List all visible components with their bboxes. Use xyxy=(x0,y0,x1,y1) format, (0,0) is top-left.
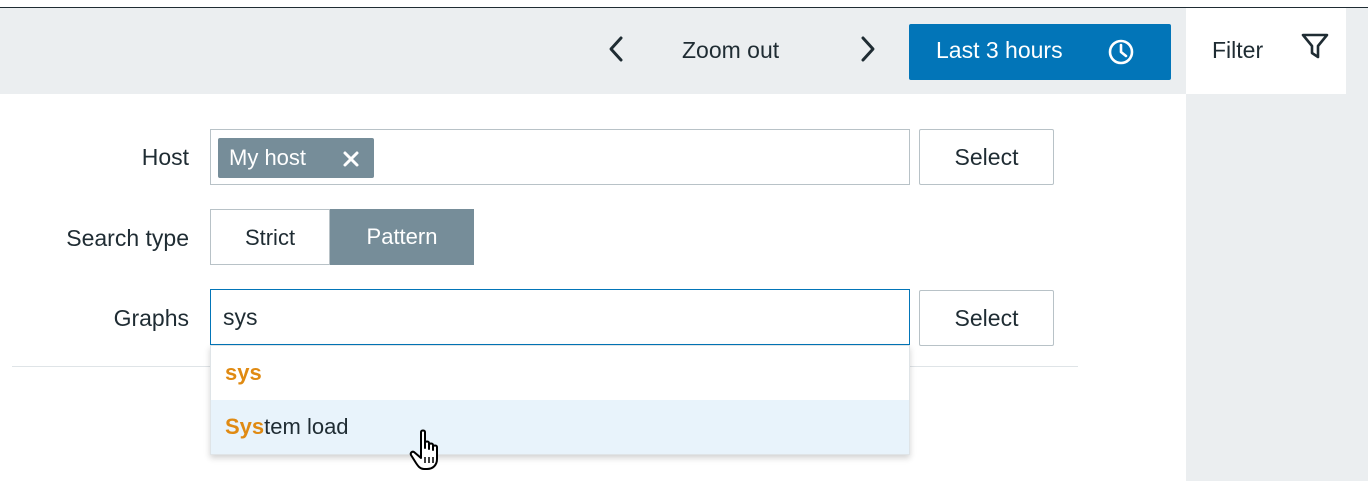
suggestion-match: sys xyxy=(225,360,262,385)
suggestion-item[interactable]: sys xyxy=(211,346,909,400)
host-select-button[interactable]: Select xyxy=(919,129,1054,185)
graphs-label: Graphs xyxy=(113,305,189,331)
search-type-pattern[interactable]: Pattern xyxy=(330,209,474,265)
graphs-suggestion-list: sys System load xyxy=(210,345,910,455)
host-chip: My host xyxy=(218,138,374,178)
hand-pointer-icon xyxy=(409,429,438,470)
graphs-search-input[interactable] xyxy=(223,298,823,336)
search-type-strict[interactable]: Strict xyxy=(210,209,330,265)
host-select-label: Select xyxy=(954,144,1019,170)
host-label: Host xyxy=(141,144,189,170)
close-icon[interactable] xyxy=(342,150,360,168)
search-type-pattern-label: Pattern xyxy=(366,224,438,249)
chevron-left-icon[interactable] xyxy=(604,34,628,64)
zoom-out-button[interactable]: Zoom out xyxy=(682,37,779,64)
chevron-right-icon[interactable] xyxy=(856,34,880,64)
graphs-multiselect[interactable] xyxy=(210,289,910,345)
time-range-button[interactable]: Last 3 hours xyxy=(909,24,1171,80)
time-range-label: Last 3 hours xyxy=(936,37,1063,63)
suggestion-item-hovered[interactable]: System load xyxy=(211,400,909,454)
host-chip-label: My host xyxy=(229,145,307,170)
host-multiselect[interactable]: My host xyxy=(210,129,910,185)
search-type-strict-label: Strict xyxy=(244,225,296,250)
funnel-icon[interactable] xyxy=(1300,32,1330,60)
suggestion-match: Sys xyxy=(225,414,265,439)
clock-icon xyxy=(1108,39,1134,65)
graphs-select-button[interactable]: Select xyxy=(919,290,1054,346)
search-type-label: Search type xyxy=(66,225,189,251)
tab-filter-label[interactable]: Filter xyxy=(1212,37,1263,64)
suggestion-rest: tem load xyxy=(264,414,349,439)
graphs-select-label: Select xyxy=(954,305,1019,331)
